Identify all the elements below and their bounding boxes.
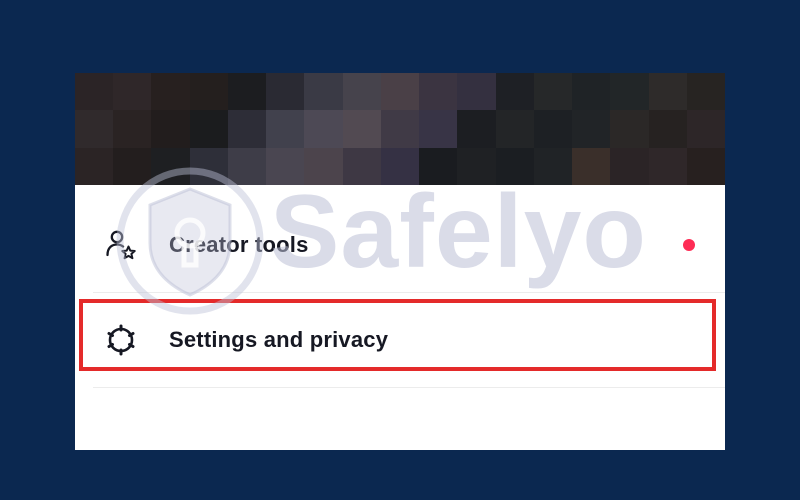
blur-pixel	[686, 147, 725, 185]
blur-pixel	[189, 110, 228, 148]
menu-item-label: Creator tools	[169, 232, 309, 257]
blur-pixel	[151, 73, 190, 111]
blur-pixel	[610, 73, 649, 111]
blur-pixel	[380, 147, 420, 185]
notification-dot	[683, 239, 695, 251]
bottom-sheet-menu: Creator tools Settings and privacy	[75, 185, 725, 450]
blur-pixel	[457, 110, 496, 148]
blur-pixel	[457, 147, 496, 185]
blur-pixel	[227, 73, 267, 111]
blur-pixel	[495, 73, 534, 111]
blur-pixel	[304, 147, 343, 185]
blur-pixel	[686, 73, 725, 111]
person-star-icon	[102, 226, 140, 264]
blur-pixel	[304, 73, 343, 111]
menu-divider	[93, 387, 725, 388]
blur-pixel	[342, 147, 381, 185]
menu-item-settings-and-privacy[interactable]: Settings and privacy	[75, 294, 725, 386]
blur-pixel	[75, 110, 114, 148]
blur-pixel	[266, 110, 305, 148]
blur-pixel	[495, 110, 534, 148]
blur-pixel	[151, 110, 190, 148]
blur-pixel	[648, 73, 687, 111]
blur-pixel	[342, 110, 381, 148]
blur-pixel	[75, 73, 114, 111]
blur-pixel	[227, 110, 267, 148]
blur-pixel	[648, 110, 687, 148]
menu-item-label: Settings and privacy	[169, 327, 389, 352]
blur-pixel	[380, 110, 420, 148]
blur-pixel	[380, 73, 420, 111]
gear-icon	[102, 321, 140, 359]
blur-pixel	[113, 147, 152, 185]
blur-pixel	[648, 147, 687, 185]
blur-pixel	[533, 147, 573, 185]
menu-divider	[93, 292, 725, 293]
blur-pixel	[686, 110, 725, 148]
blur-pixel	[113, 73, 152, 111]
blur-pixel	[304, 110, 343, 148]
blur-pixel	[266, 147, 305, 185]
blur-pixel	[419, 73, 458, 111]
blur-pixel	[189, 73, 228, 111]
blur-pixel	[227, 147, 267, 185]
screenshot-frame: Creator tools Settings and privacy Safel…	[75, 73, 725, 450]
blur-pixel	[151, 147, 190, 185]
blur-pixel	[495, 147, 534, 185]
blur-pixel	[533, 110, 573, 148]
blur-pixel	[457, 73, 496, 111]
blur-pixel	[610, 110, 649, 148]
blurred-profile-background	[75, 73, 725, 185]
blur-pixel	[266, 73, 305, 111]
blur-pixel	[75, 147, 114, 185]
blur-pixel	[533, 73, 573, 111]
blur-pixel	[113, 110, 152, 148]
blur-pixel	[572, 73, 611, 111]
blur-pixel	[342, 73, 381, 111]
blur-pixel	[189, 147, 228, 185]
blur-pixel	[419, 110, 458, 148]
blur-pixel	[572, 110, 611, 148]
blur-pixel	[419, 147, 458, 185]
blur-pixel	[610, 147, 649, 185]
menu-item-creator-tools[interactable]: Creator tools	[75, 199, 725, 291]
blur-pixel	[572, 147, 611, 185]
